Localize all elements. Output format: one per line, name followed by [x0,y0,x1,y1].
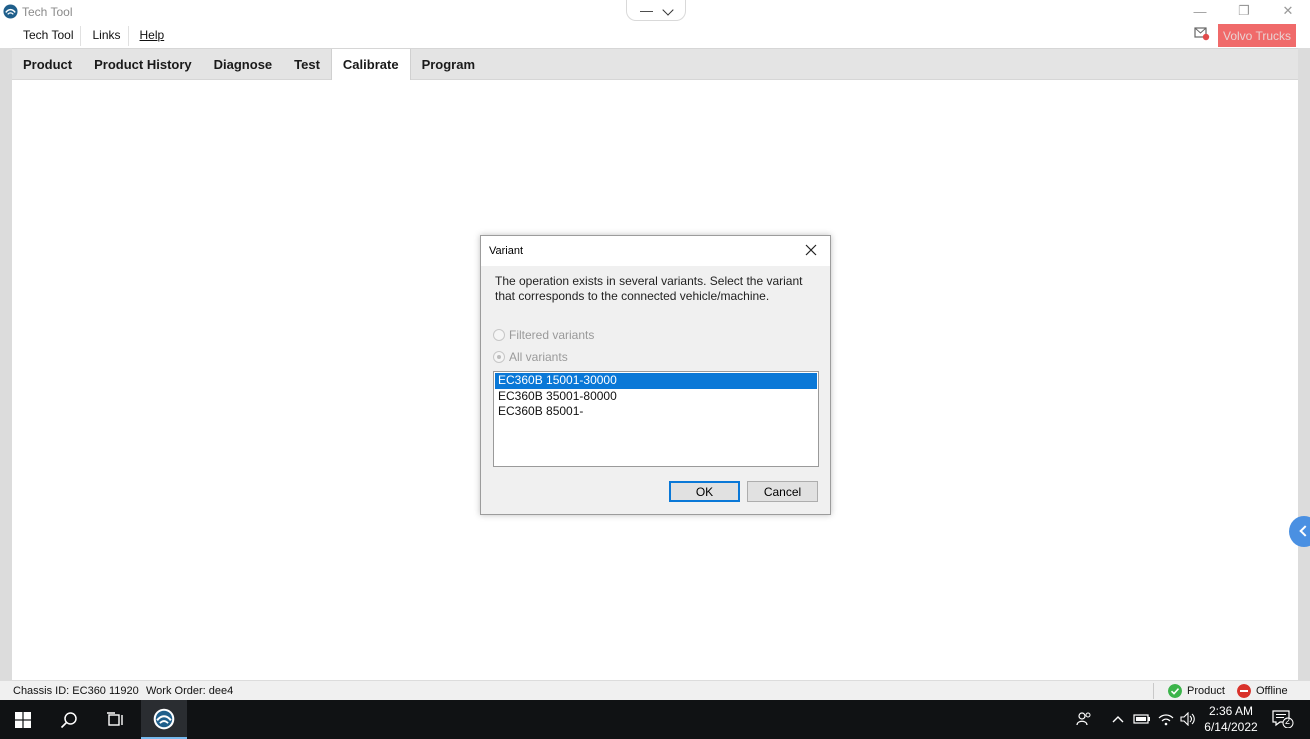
radio-button[interactable] [493,329,505,341]
work-order: Work Order: dee4 [146,685,234,697]
list-item[interactable]: EC360B 15001-30000 [495,373,817,389]
message-alert-icon[interactable] [1194,27,1210,41]
radio-label: All variants [509,350,568,364]
radio-button-selected[interactable] [493,351,505,363]
clock-date: 6/14/2022 [1204,720,1258,734]
menu-help[interactable]: Help [129,24,172,48]
search-icon [60,711,77,728]
chevron-up-icon[interactable] [1110,711,1126,727]
task-view-icon [107,711,123,726]
radio-filtered-variants[interactable]: Filtered variants [493,327,594,343]
variant-dialog: Variant The operation exists in several … [480,235,831,515]
dialog-message: The operation exists in several variants… [495,274,803,303]
window-center-tab[interactable]: — [626,0,686,21]
brand-selector-button[interactable]: Volvo Trucks [1218,24,1296,47]
tab-product[interactable]: Product [12,49,83,79]
tech-tool-logo-icon [3,4,18,19]
list-item[interactable]: EC360B 35001-80000 [495,389,817,405]
left-gutter [0,48,12,680]
menu-links[interactable]: Links [81,24,127,48]
dialog-title-bar: Variant [481,236,830,266]
close-icon[interactable] [803,242,819,258]
product-status: Product [1187,685,1225,697]
ok-button[interactable]: OK [669,481,740,502]
battery-icon[interactable] [1133,711,1151,727]
status-divider [1153,683,1154,699]
radio-all-variants[interactable]: All variants [493,349,568,365]
tech-tool-logo-icon [153,708,175,729]
taskbar-clock[interactable]: 2:36 AM 6/14/2022 [1196,703,1266,735]
main-tabs: Product Product History Diagnose Test Ca… [12,48,1298,80]
volume-icon[interactable] [1180,711,1196,727]
action-center-button[interactable]: 2 [1270,710,1296,728]
close-button[interactable]: ✕ [1266,0,1310,22]
dialog-title: Variant [489,245,524,257]
tab-diagnose[interactable]: Diagnose [203,49,284,79]
tab-product-history[interactable]: Product History [83,49,203,79]
search-button[interactable] [46,700,92,739]
title-bar: Tech Tool — — ❐ ✕ [0,0,1310,24]
windows-logo-icon [15,711,31,728]
right-gutter [1298,48,1310,680]
windows-taskbar: 2:36 AM 6/14/2022 2 [0,700,1310,739]
chassis-id: Chassis ID: EC360 11920 [13,685,139,697]
variant-list[interactable]: EC360B 15001-30000 EC360B 35001-80000 EC… [493,371,819,467]
start-button[interactable] [0,700,46,739]
tab-calibrate[interactable]: Calibrate [330,49,411,80]
chevron-down-icon[interactable] [662,4,674,16]
cancel-button[interactable]: Cancel [747,481,818,502]
wifi-icon[interactable] [1158,711,1174,727]
check-circle-icon [1168,684,1182,698]
taskbar-tech-tool[interactable] [141,700,187,739]
task-view-button[interactable] [92,700,138,739]
restore-button[interactable]: ❐ [1222,0,1266,22]
list-item[interactable]: EC360B 85001- [495,404,817,420]
collapse-button[interactable]: — [640,3,653,18]
tech-tool-window: Tech Tool — — ❐ ✕ Tech Tool Links Help V… [0,0,1310,700]
radio-label: Filtered variants [509,328,595,342]
notification-count: 2 [1285,716,1291,726]
chevron-left-icon[interactable] [1299,525,1310,537]
connection-status: Offline [1256,685,1288,697]
tab-test[interactable]: Test [283,49,331,79]
offline-icon [1237,684,1251,698]
status-bar: Chassis ID: EC360 11920 Work Order: dee4… [0,680,1310,700]
window-title: Tech Tool [22,5,73,19]
side-panel-toggle[interactable] [1289,516,1310,547]
minimize-button[interactable]: — [1178,0,1222,22]
clock-time: 2:36 AM [1208,704,1254,718]
tab-program[interactable]: Program [411,49,486,79]
menu-bar: Tech Tool Links Help [12,24,171,48]
menu-tech-tool[interactable]: Tech Tool [12,24,80,48]
people-icon[interactable] [1075,711,1093,727]
notification-icon [1272,710,1294,728]
